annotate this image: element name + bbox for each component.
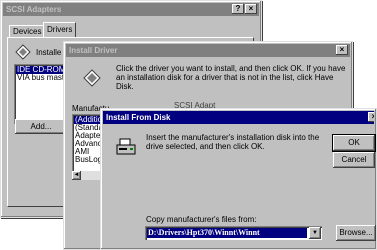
install-driver-titlebar[interactable]: Install Driver × xyxy=(66,44,350,57)
install-driver-title: Install Driver xyxy=(69,46,118,55)
tab-devices[interactable]: Devices xyxy=(9,25,46,37)
scsi-adapters-title: SCSI Adapters xyxy=(6,5,62,14)
install-from-disk-title: Install From Disk xyxy=(106,113,171,122)
scroll-left-icon: ◄ xyxy=(73,172,80,178)
close-button[interactable]: × xyxy=(368,112,374,122)
disk-drive-icon xyxy=(116,138,136,156)
close-icon: × xyxy=(248,4,254,13)
dropdown-button[interactable]: ▼ xyxy=(309,227,321,239)
chevron-down-icon: ▼ xyxy=(312,230,318,236)
path-value: D:\Drivers\Hpt370\Winnt\Winnt xyxy=(148,228,260,237)
copy-from-label: Copy manufacturer's files from: xyxy=(146,215,257,224)
close-button[interactable]: × xyxy=(245,4,257,14)
install-label: Installe xyxy=(36,48,62,57)
scroll-left-button[interactable]: ◄ xyxy=(72,171,81,180)
driver-install-icon xyxy=(83,69,101,87)
browse-button[interactable]: Browse... xyxy=(336,225,376,241)
scsi-adapters-titlebar[interactable]: SCSI Adapters ? × xyxy=(3,3,259,16)
install-driver-message: Click the driver you want to install, an… xyxy=(116,64,346,91)
help-button[interactable]: ? xyxy=(232,4,244,14)
list-item[interactable]: VIA bus maste xyxy=(16,74,69,82)
driver-install-icon xyxy=(15,44,31,60)
tab-drivers-label: Drivers xyxy=(47,25,73,34)
close-icon: × xyxy=(371,112,374,121)
ok-button-label: OK xyxy=(348,138,360,147)
add-button[interactable]: Add... xyxy=(15,119,67,134)
close-icon: × xyxy=(339,45,345,54)
path-input[interactable]: D:\Drivers\Hpt370\Winnt\Winnt xyxy=(147,228,307,238)
close-button[interactable]: × xyxy=(336,45,348,55)
install-from-disk-message: Insert the manufacturer's installation d… xyxy=(146,133,320,151)
path-combobox[interactable]: D:\Drivers\Hpt370\Winnt\Winnt ▼ xyxy=(145,226,322,240)
help-icon: ? xyxy=(235,4,241,13)
cancel-button-label: Cancel xyxy=(341,155,367,164)
install-from-disk-titlebar[interactable]: Install From Disk × xyxy=(103,111,374,124)
browse-button-label: Browse... xyxy=(339,228,373,237)
ok-button[interactable]: OK xyxy=(332,134,376,152)
tab-devices-label: Devices xyxy=(13,27,42,36)
add-button-label: Add... xyxy=(30,122,52,131)
install-from-disk-window: Install From Disk × Insert the manufactu… xyxy=(100,108,377,250)
tab-drivers[interactable]: Drivers xyxy=(43,22,77,38)
cancel-button[interactable]: Cancel xyxy=(333,152,375,168)
